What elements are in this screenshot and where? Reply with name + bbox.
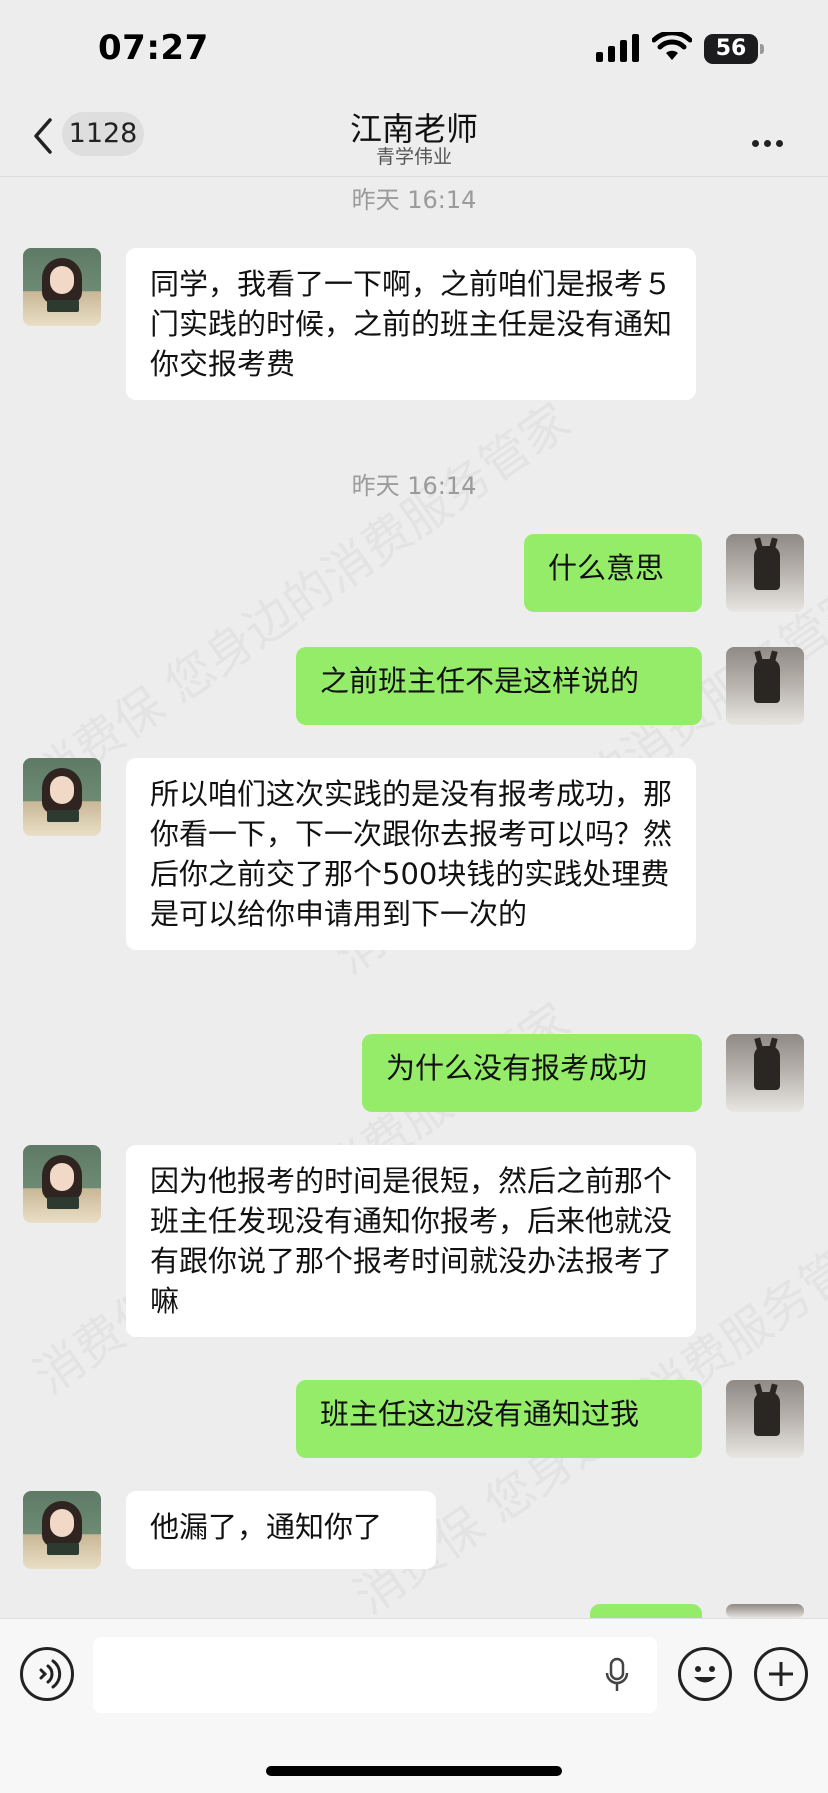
mic-icon[interactable] (605, 1657, 629, 1693)
plus-icon[interactable] (754, 1647, 808, 1701)
outgoing-message[interactable]: 什么意思 (524, 534, 702, 612)
outgoing-message[interactable]: 班主任这边没有通知过我 (296, 1380, 702, 1458)
outgoing-message[interactable]: 之前班主任不是这样说的 (296, 647, 702, 725)
status-bar: 07:27 56 (0, 0, 828, 96)
chat-header: 1128 江南老师 青学伟业 (0, 96, 828, 177)
timestamp: 昨天 16:14 (351, 186, 477, 214)
status-time: 07:27 (98, 28, 209, 68)
timestamp: 昨天 16:14 (351, 472, 477, 500)
my-avatar[interactable] (726, 1380, 804, 1458)
my-avatar[interactable] (726, 647, 804, 725)
teacher-avatar[interactable] (23, 1491, 101, 1569)
battery-icon: 56 (704, 34, 764, 64)
teacher-avatar[interactable] (23, 1145, 101, 1223)
more-icon[interactable] (752, 132, 792, 147)
incoming-message[interactable]: 所以咱们这次实践的是没有报考成功，那你看一下，下一次跟你去报考可以吗？然后你之前… (126, 758, 696, 950)
chat-subtitle: 青学伟业 (375, 146, 452, 168)
home-indicator[interactable] (266, 1766, 562, 1776)
watermark: 消费保 您身边的消费服务管家 (24, 392, 581, 806)
message-input[interactable] (93, 1637, 657, 1713)
emoji-icon[interactable] (678, 1647, 732, 1701)
wifi-icon (652, 32, 692, 60)
teacher-avatar[interactable] (23, 758, 101, 836)
teacher-avatar[interactable] (23, 248, 101, 326)
incoming-message[interactable]: 他漏了，通知你了 (126, 1491, 436, 1569)
signal-icon (596, 34, 639, 62)
outgoing-message[interactable]: 为什么没有报考成功 (362, 1034, 702, 1112)
my-avatar[interactable] (726, 1604, 804, 1618)
my-avatar[interactable] (726, 1034, 804, 1112)
incoming-message[interactable]: 因为他报考的时间是很短，然后之前那个班主任发现没有通知你报考，后来他就没有跟你说… (126, 1145, 696, 1337)
incoming-message[interactable]: 同学，我看了一下啊，之前咱们是报考５门实践的时候，之前的班主任是没有通知你交报考… (126, 248, 696, 400)
my-avatar[interactable] (726, 534, 804, 612)
voice-icon[interactable] (20, 1647, 74, 1701)
battery-level: 56 (704, 34, 758, 64)
